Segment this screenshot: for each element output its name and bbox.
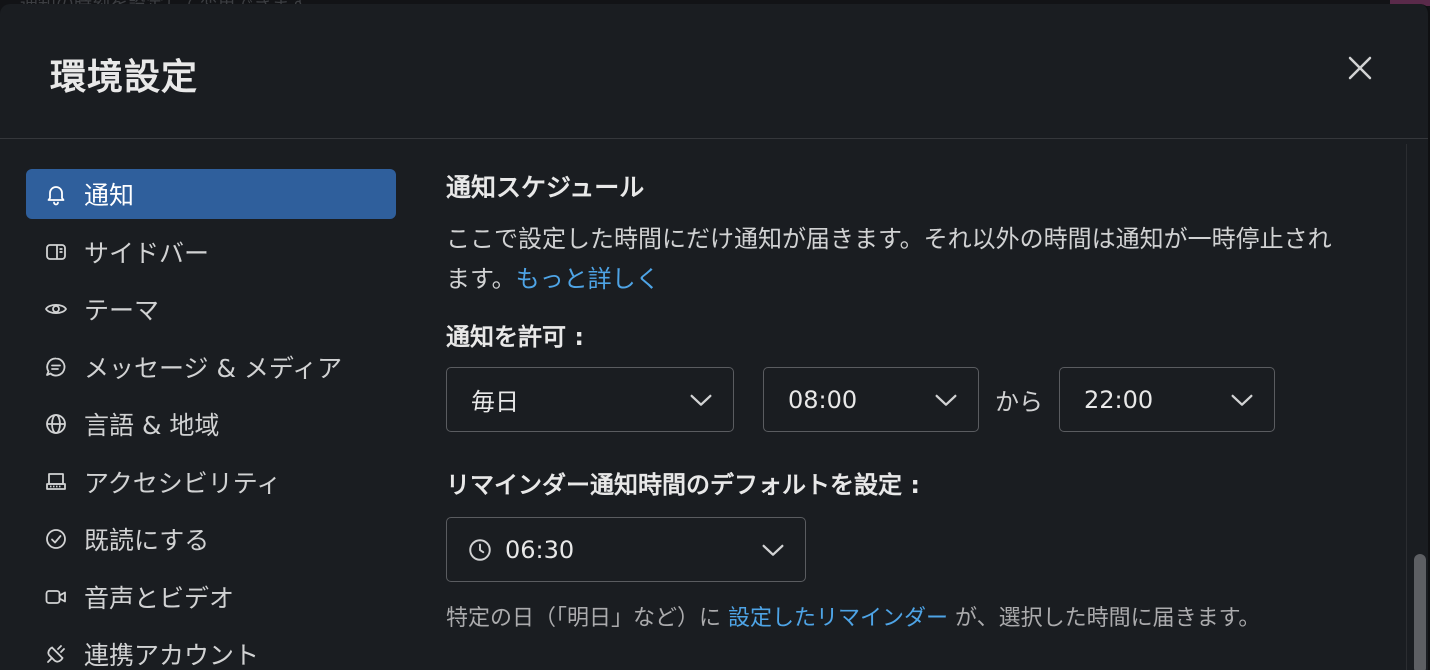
sidebar-item-label: 既読にする <box>84 526 210 555</box>
reminder-note: 特定の日（「明日」など）に 設定したリマインダー が、選択した時間に届きます。 <box>446 600 1386 632</box>
sidebar-item-label: アクセシビリティ <box>84 468 282 498</box>
end-time-select[interactable]: 22:00 <box>1059 367 1275 432</box>
sidebar-item-label: サイドバー <box>84 238 210 268</box>
reminder-time-select[interactable]: 06:30 <box>446 517 806 582</box>
message-icon <box>42 353 70 381</box>
notification-settings-content: 通知スケジュール ここで設定した時間にだけ通知が届きます。それ以外の時間は通知が… <box>446 164 1386 632</box>
clock-icon <box>469 538 491 561</box>
eye-icon <box>42 295 70 323</box>
sidebar-item-sidebar[interactable]: サイドバー <box>26 227 396 277</box>
sidebar-item-label: 音声とビデオ <box>84 583 235 613</box>
reminder-note-suffix: が、選択した時間に届きます。 <box>948 606 1261 631</box>
sidebar-item-theme[interactable]: テーマ <box>26 284 396 334</box>
chevron-down-icon <box>762 544 784 556</box>
scrollbar-thumb[interactable] <box>1414 554 1426 670</box>
reminder-note-prefix: 特定の日（「明日」など）に <box>446 606 728 631</box>
keyboard-icon <box>42 468 70 496</box>
settings-sidebar: 通知 サイドバー テーマ メッセージ & メディア 言語 & 地域 アクセシビリ… <box>26 169 396 670</box>
sidebar-item-label: 連携アカウント <box>84 641 260 670</box>
sidebar-item-label: テーマ <box>84 296 160 325</box>
sidebar-item-notifications[interactable]: 通知 <box>26 169 396 219</box>
reminders-link[interactable]: 設定したリマインダー <box>728 606 948 631</box>
sidebar-item-mark-as-read[interactable]: 既読にする <box>26 514 396 564</box>
end-time-value: 22:00 <box>1084 385 1154 414</box>
start-time-value: 08:00 <box>788 385 858 414</box>
check-circle-icon <box>42 525 70 553</box>
schedule-description: ここで設定した時間にだけ通知が届きます。それ以外の時間は通知が一時停止されます。… <box>446 219 1346 299</box>
video-icon <box>42 583 70 611</box>
sidebar-item-messages-media[interactable]: メッセージ & メディア <box>26 342 396 392</box>
schedule-title: 通知スケジュール <box>446 173 645 202</box>
schedule-row: 毎日 08:00 から 22:00 <box>446 367 1386 432</box>
from-to-separator: から <box>995 388 1043 416</box>
modal-title: 環境設定 <box>50 57 199 98</box>
close-button[interactable] <box>1344 52 1376 84</box>
sidebar-item-audio-video[interactable]: 音声とビデオ <box>26 572 396 622</box>
bell-icon <box>42 180 70 208</box>
sidebar-item-accessibility[interactable]: アクセシビリティ <box>26 457 396 507</box>
day-select-value: 毎日 <box>471 388 519 416</box>
sidebar-icon <box>42 238 70 266</box>
close-icon <box>1348 56 1372 80</box>
reminder-time-display: 06:30 <box>467 536 574 564</box>
sidebar-item-connected-accounts[interactable]: 連携アカウント <box>26 629 396 670</box>
start-time-select[interactable]: 08:00 <box>763 367 979 432</box>
modal-header: 環境設定 <box>0 4 1428 139</box>
plug-icon <box>42 640 70 668</box>
globe-icon <box>42 410 70 438</box>
chevron-down-icon <box>1231 394 1253 406</box>
content-scrollbar[interactable] <box>1406 144 1428 670</box>
chevron-down-icon <box>690 394 712 406</box>
day-select[interactable]: 毎日 <box>446 367 734 432</box>
sidebar-item-label: 言語 & 地域 <box>84 411 220 440</box>
reminder-default-label: リマインダー通知時間のデフォルトを設定 : <box>446 471 920 499</box>
reminder-time-value: 06:30 <box>505 535 575 564</box>
chevron-down-icon <box>935 394 957 406</box>
allow-notifications-label: 通知を許可 : <box>446 323 584 351</box>
preferences-modal: 環境設定 通知 サイドバー テーマ メッセージ & メディア 言語 & 地域 ア… <box>0 4 1430 670</box>
learn-more-link[interactable]: もっと詳しく <box>516 265 660 293</box>
sidebar-item-label: 通知 <box>84 181 135 210</box>
sidebar-item-label: メッセージ & メディア <box>84 353 343 383</box>
sidebar-item-language-region[interactable]: 言語 & 地域 <box>26 399 396 449</box>
